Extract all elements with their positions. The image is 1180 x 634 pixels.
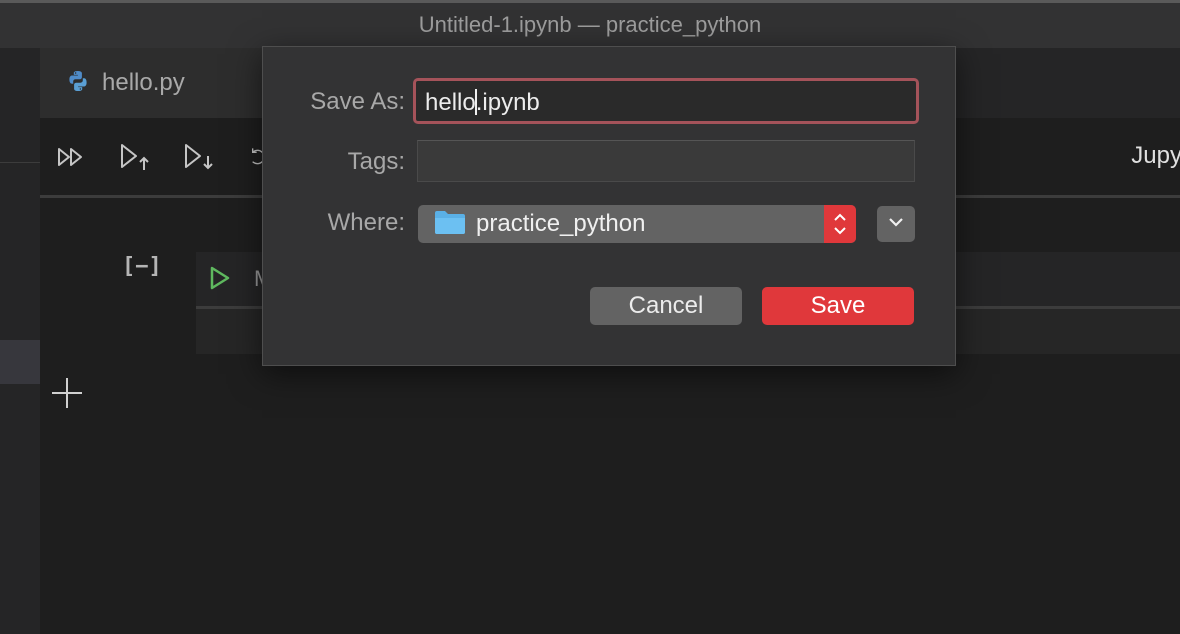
folder-icon — [434, 209, 466, 240]
where-select[interactable]: practice_python — [418, 205, 856, 243]
window-titlebar: Untitled-1.ipynb — practice_python — [0, 0, 1180, 48]
where-value: practice_python — [476, 210, 646, 237]
select-stepper-icon[interactable] — [824, 205, 856, 243]
expand-dialog-button[interactable] — [877, 206, 915, 242]
chevron-down-icon — [888, 215, 904, 233]
filename-text-before: hello — [425, 89, 476, 116]
save-button[interactable]: Save — [762, 287, 914, 325]
tab-label: hello.py — [102, 69, 185, 96]
tags-label: Tags: — [347, 148, 405, 175]
run-above-icon[interactable] — [118, 140, 152, 174]
add-cell-icon[interactable] — [50, 376, 84, 410]
kernel-label[interactable]: Jupy — [1131, 142, 1180, 170]
save-as-label: Save As: — [310, 88, 405, 115]
activity-item-selected[interactable] — [0, 340, 40, 384]
tags-field[interactable] — [417, 140, 915, 182]
where-label: Where: — [327, 209, 405, 236]
cancel-button[interactable]: Cancel — [590, 287, 742, 325]
filename-field[interactable]: hello.ipynb — [413, 78, 919, 124]
filename-text-after: .ipynb — [475, 89, 540, 116]
activity-divider — [0, 162, 40, 163]
run-cell-icon[interactable] — [208, 264, 232, 297]
activity-bar — [0, 48, 40, 634]
execution-count: [−] — [122, 254, 162, 279]
tab-hello-py[interactable]: hello.py — [40, 48, 270, 118]
run-all-icon[interactable] — [54, 140, 88, 174]
python-icon — [66, 69, 90, 98]
window-title: Untitled-1.ipynb — practice_python — [418, 12, 762, 37]
save-as-dialog: Save As: hello.ipynb Tags: Where: practi… — [262, 46, 956, 366]
run-below-icon[interactable] — [182, 140, 216, 174]
